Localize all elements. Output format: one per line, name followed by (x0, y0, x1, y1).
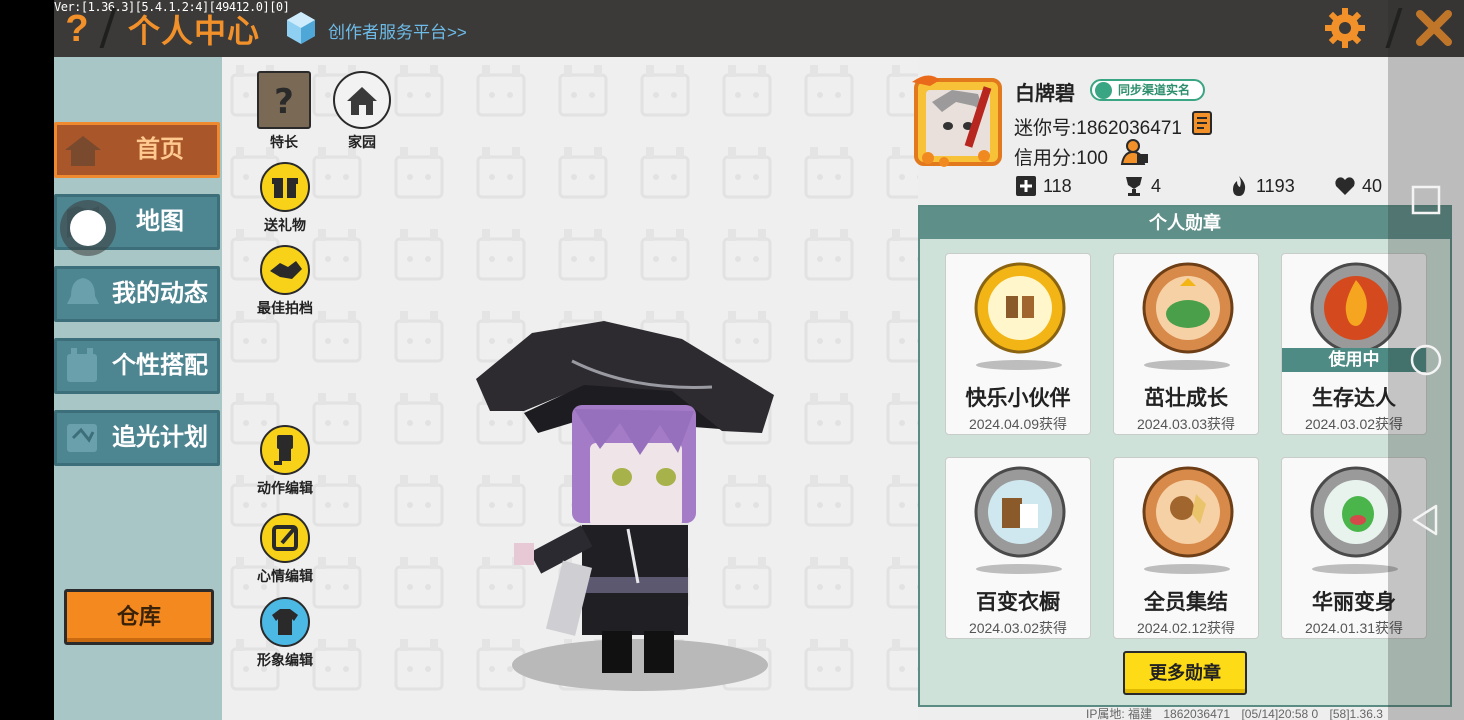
light-plan-icon (67, 424, 97, 452)
friends-count: 118 (1043, 176, 1072, 196)
tshirt-icon (260, 597, 310, 647)
cube-icon (287, 12, 315, 44)
best-partner-button[interactable]: 最佳拍档 (245, 245, 325, 318)
home-nav-button[interactable] (1408, 342, 1444, 378)
character-stage[interactable]: ? 特长 家园 送礼物 最佳拍档 动作编辑 心情编辑 形象编辑 (222, 57, 918, 720)
action-figure-icon (260, 425, 310, 475)
image-edit-button[interactable]: 形象编辑 (245, 597, 325, 670)
footer-info: IP属地: 福建 1862036471 [05/14]20:58 0 [58]1… (1086, 705, 1464, 720)
bell-icon (67, 278, 99, 304)
gift-button[interactable]: 送礼物 (245, 162, 325, 235)
medal-shadow (976, 564, 1062, 574)
specialty-button[interactable]: ? 特长 (244, 71, 324, 152)
heart-icon (1335, 177, 1355, 195)
realname-badge[interactable]: 同步渠道实名 (1090, 79, 1205, 101)
back-nav-button[interactable] (1408, 502, 1444, 538)
likes-count: 40 (1362, 176, 1383, 196)
outfit-icon (67, 348, 97, 382)
player-character[interactable] (472, 315, 782, 695)
username: 白牌碧 (1015, 83, 1075, 105)
fire-icon (1233, 176, 1246, 196)
copy-id-button[interactable] (1190, 110, 1214, 136)
trophy-icon (1126, 177, 1142, 196)
action-edit-label: 动作编辑 (257, 480, 313, 496)
medal-shadow (1144, 360, 1230, 370)
creator-platform-link[interactable]: 创作者服务平台>> (328, 18, 467, 43)
medal-card-happy-buddy[interactable]: 快乐小伙伴 2024.04.09获得 (945, 253, 1091, 435)
bronze-medal-icon (1142, 466, 1234, 558)
gold-medal-icon (974, 262, 1066, 354)
popularity-count: 1193 (1256, 176, 1295, 196)
gear-icon (1325, 8, 1365, 48)
sidebar-item-outfit[interactable]: 个性搭配 (54, 338, 220, 394)
handshake-icon (260, 245, 310, 295)
copy-icon (1192, 111, 1212, 135)
sidebar-item-label: 追光计划 (112, 424, 208, 451)
svg-text:?: ? (274, 82, 294, 122)
medal-name: 茁壮成长 (1144, 387, 1228, 410)
mood-edit-label: 心情编辑 (257, 568, 313, 584)
question-mark-icon: ? (65, 8, 89, 50)
settings-button[interactable] (1322, 5, 1368, 51)
personal-center-screen: ? 特长 家园 送礼物 最佳拍档 动作编辑 心情编辑 形象编辑 Ver:[1.3… (0, 0, 1464, 720)
house-icon (65, 136, 101, 166)
medal-card-wardrobe[interactable]: 百变衣橱 2024.03.02获得 (945, 457, 1091, 639)
gift-label: 送礼物 (264, 217, 306, 233)
page-title: 个人中心 (128, 13, 261, 49)
medal-date: 2024.02.12获得 (1136, 620, 1236, 636)
medal-date: 2024.04.09获得 (968, 416, 1068, 432)
help-button[interactable]: ? (62, 8, 92, 50)
realname-badge-label: 同步渠道实名 (1118, 83, 1191, 97)
more-medals-button[interactable]: 更多勋章 (1123, 651, 1247, 695)
avatar[interactable] (912, 72, 1004, 168)
warehouse-button[interactable]: 仓库 (64, 589, 214, 645)
sidebar-item-label: 个性搭配 (112, 352, 208, 379)
ip-location: IP属地: 福建 (1086, 707, 1153, 720)
credit-score: 信用分:100 (1014, 148, 1108, 169)
medal-name: 快乐小伙伴 (965, 387, 1071, 410)
bronze-medal-icon (1142, 262, 1234, 354)
sidebar-item-label: 地图 (136, 208, 184, 235)
medal-shadow (1312, 564, 1398, 574)
medal-panel: 个人勋章 快乐小伙伴 2024.04.09获得 茁壮成长 2024.03.03获… (918, 205, 1452, 707)
edit-pencil-icon (260, 513, 310, 563)
medal-card-thriving[interactable]: 茁壮成长 2024.03.03获得 (1113, 253, 1259, 435)
action-edit-button[interactable]: 动作编辑 (245, 425, 325, 498)
medal-shadow (1144, 564, 1230, 574)
sidebar-item-light-plan[interactable]: 追光计划 (54, 410, 220, 466)
trophy-count: 4 (1151, 176, 1162, 196)
sidebar-item-label: 我的动态 (112, 280, 208, 307)
sidebar-item-home[interactable]: 首页 (54, 122, 220, 178)
image-edit-label: 形象编辑 (257, 652, 313, 668)
credit-person-icon[interactable] (1120, 138, 1150, 166)
mood-edit-button[interactable]: 心情编辑 (245, 513, 325, 586)
medal-date: 2024.03.02获得 (968, 620, 1068, 636)
house-icon (333, 71, 391, 129)
medal-date: 2024.03.03获得 (1136, 416, 1236, 432)
home-label: 家园 (348, 134, 376, 150)
medal-card-all-assemble[interactable]: 全员集结 2024.02.12获得 (1113, 457, 1259, 639)
home-button[interactable]: 家园 (322, 71, 402, 152)
sidebar-item-my-feed[interactable]: 我的动态 (54, 266, 220, 322)
left-edge (0, 0, 54, 720)
recent-apps-button[interactable] (1408, 182, 1444, 218)
question-box-icon: ? (257, 71, 311, 129)
silver-medal-icon (974, 466, 1066, 558)
sidebar-item-label: 首页 (136, 136, 184, 163)
medal-name: 百变衣橱 (976, 591, 1060, 614)
footer-uid: 1862036471 (1163, 707, 1231, 720)
plus-box-icon (1016, 176, 1036, 196)
person-check-icon (1095, 82, 1112, 99)
touch-indicator (60, 200, 116, 256)
medal-panel-title: 个人勋章 (920, 207, 1450, 239)
footer-timestamp: [05/14]20:58 0 (1241, 707, 1319, 720)
mini-id: 迷你号:1862036471 (1014, 118, 1182, 139)
best-partner-label: 最佳拍档 (257, 300, 313, 316)
gift-icon (260, 162, 310, 212)
medal-shadow (976, 360, 1062, 370)
footer-build: [58]1.36.3 (1329, 707, 1383, 720)
sidebar: 首页 地图 我的动态 个性搭配 追光计划 仓库 (54, 57, 222, 720)
specialty-label: 特长 (270, 134, 298, 150)
medal-name: 全员集结 (1144, 591, 1228, 614)
